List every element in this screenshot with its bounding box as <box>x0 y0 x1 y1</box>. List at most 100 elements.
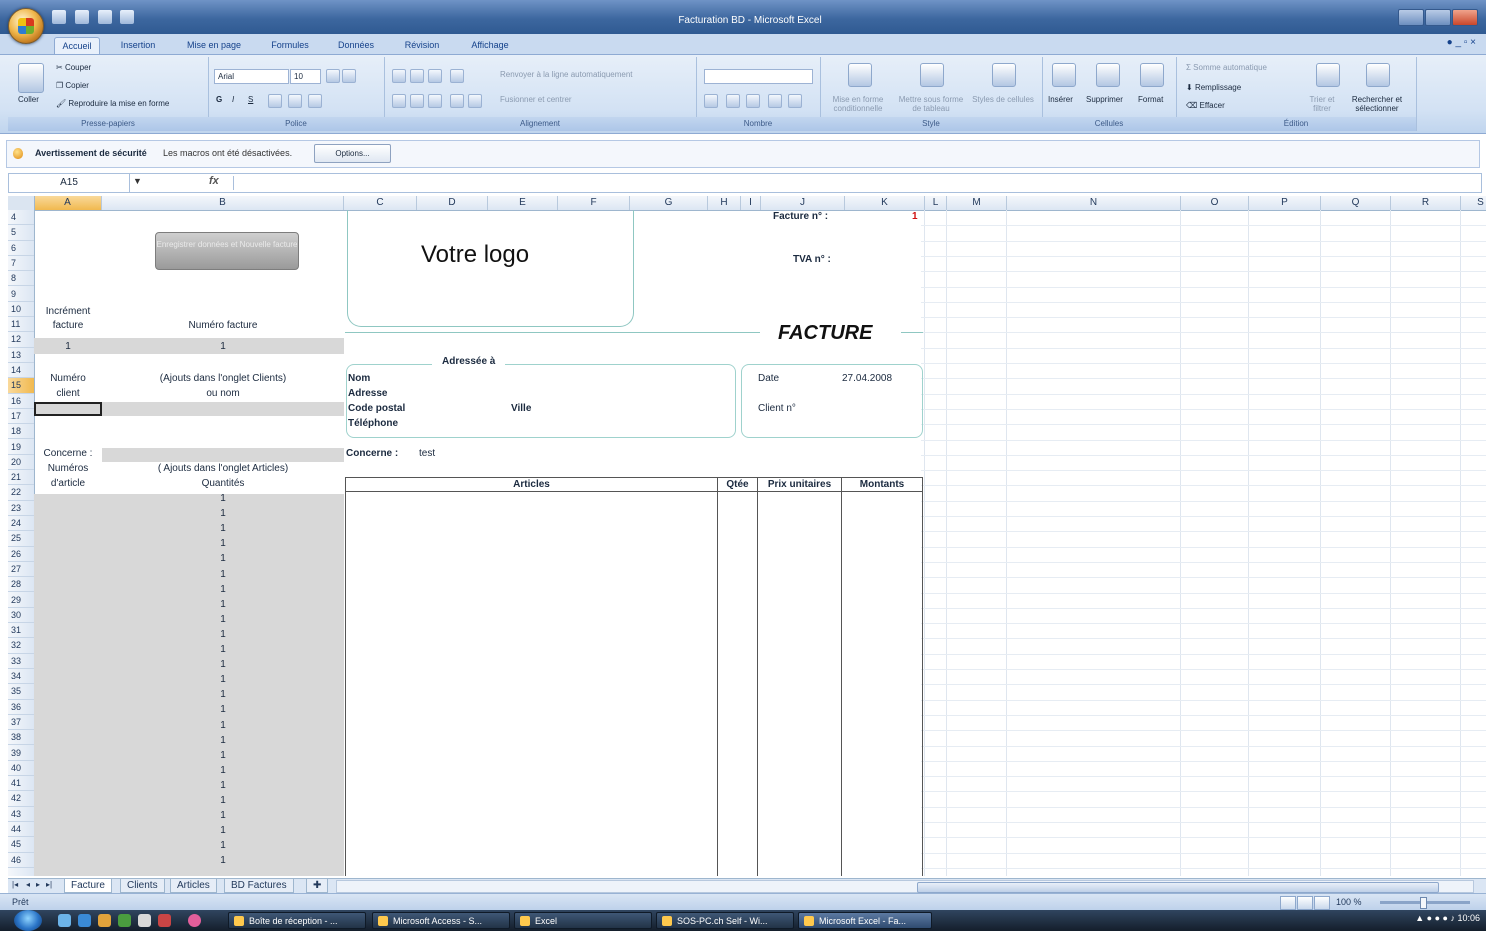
orientation-icon[interactable] <box>450 69 464 83</box>
find-select-icon[interactable] <box>1366 63 1390 87</box>
row-header-41[interactable]: 41 <box>8 776 34 792</box>
quantity-cell[interactable]: 1 <box>102 569 344 580</box>
insert-cells-button[interactable]: Insérer <box>1048 95 1073 104</box>
column-header-c[interactable]: C <box>344 196 417 210</box>
row-header-22[interactable]: 22 <box>8 485 34 501</box>
row-header-19[interactable]: 19 <box>8 440 34 455</box>
row-header-29[interactable]: 29 <box>8 593 34 608</box>
row-header-24[interactable]: 24 <box>8 516 34 532</box>
row-header-25[interactable]: 25 <box>8 531 34 547</box>
quantity-cell[interactable]: 1 <box>102 493 344 504</box>
row-header-10[interactable]: 10 <box>8 302 34 318</box>
paste-button[interactable]: Coller <box>18 95 39 104</box>
format-painter-button[interactable]: 🖌 Reproduire la mise en forme <box>56 99 169 108</box>
thousands-icon[interactable] <box>746 94 760 108</box>
show-desktop-icon[interactable] <box>58 914 71 927</box>
cell-styles-button[interactable]: Styles de cellules <box>972 95 1034 104</box>
column-header-p[interactable]: P <box>1249 196 1321 210</box>
column-header-k[interactable]: K <box>845 196 925 210</box>
cell-b15[interactable] <box>102 402 344 416</box>
app-icon[interactable] <box>118 914 131 927</box>
next-sheet-icon[interactable]: ▸ <box>36 880 40 889</box>
quantity-cell[interactable]: 1 <box>102 720 344 731</box>
tab-accueil[interactable]: Accueil <box>54 37 100 54</box>
align-top-icon[interactable] <box>392 69 406 83</box>
prev-sheet-icon[interactable]: ◂ <box>26 880 30 889</box>
column-header-o[interactable]: O <box>1181 196 1249 210</box>
app3-icon[interactable] <box>188 914 201 927</box>
column-header-i[interactable]: I <box>741 196 761 210</box>
quantity-cell[interactable]: 1 <box>102 614 344 625</box>
help-icon[interactable]: ● _ ▫ × <box>1447 37 1476 48</box>
row-header-6[interactable]: 6 <box>8 241 34 256</box>
start-button[interactable] <box>14 910 42 931</box>
tab-affichage[interactable]: Affichage <box>460 37 520 53</box>
row-header-12[interactable]: 12 <box>8 332 34 348</box>
select-all-corner[interactable] <box>8 196 35 210</box>
row-header-36[interactable]: 36 <box>8 700 34 715</box>
column-header-g[interactable]: G <box>630 196 708 210</box>
row-header-33[interactable]: 33 <box>8 654 34 669</box>
folder-icon[interactable] <box>98 914 111 927</box>
ie-icon[interactable] <box>78 914 91 927</box>
security-options-button[interactable]: Options... <box>314 144 391 163</box>
quantity-cell[interactable]: 1 <box>102 599 344 610</box>
taskbar-item-inbox[interactable]: Boîte de réception - ... <box>228 912 366 929</box>
column-header-j[interactable]: J <box>761 196 845 210</box>
app2-icon[interactable] <box>158 914 171 927</box>
tab-revision[interactable]: Révision <box>394 37 450 53</box>
quantity-cell[interactable]: 1 <box>102 674 344 685</box>
article-number-column[interactable] <box>34 494 102 876</box>
bold-icon[interactable]: G <box>216 95 222 104</box>
row-header-45[interactable]: 45 <box>8 837 34 853</box>
quantity-cell[interactable]: 1 <box>102 584 344 595</box>
align-bottom-icon[interactable] <box>428 69 442 83</box>
row-header-28[interactable]: 28 <box>8 577 34 593</box>
quantity-cell[interactable]: 1 <box>102 644 344 655</box>
row-header-5[interactable]: 5 <box>8 225 34 241</box>
row-header-7[interactable]: 7 <box>8 256 34 272</box>
column-header-m[interactable]: M <box>947 196 1007 210</box>
quantity-cell[interactable]: 1 <box>102 735 344 746</box>
quantity-cell[interactable]: 1 <box>102 553 344 564</box>
row-header-8[interactable]: 8 <box>8 271 34 287</box>
taskbar-item-access[interactable]: Microsoft Access - S... <box>372 912 510 929</box>
row-header-37[interactable]: 37 <box>8 715 34 731</box>
row-header-30[interactable]: 30 <box>8 608 34 624</box>
conditional-format-icon[interactable] <box>848 63 872 87</box>
customize-qat-icon[interactable] <box>120 10 135 24</box>
quantity-cell[interactable]: 1 <box>102 750 344 761</box>
paste-icon[interactable] <box>18 63 44 93</box>
shrink-font-icon[interactable] <box>342 69 356 83</box>
row-header-17[interactable]: 17 <box>8 409 34 425</box>
row-header-13[interactable]: 13 <box>8 348 34 363</box>
taskbar-item-excel-folder[interactable]: Excel <box>514 912 652 929</box>
formula-input[interactable] <box>239 176 1469 190</box>
row-header-14[interactable]: 14 <box>8 363 34 379</box>
horizontal-scrollbar[interactable] <box>336 880 1474 893</box>
row-header-43[interactable]: 43 <box>8 807 34 822</box>
percent-icon[interactable] <box>726 94 740 108</box>
fill-button[interactable]: ⬇ Remplissage <box>1186 83 1241 92</box>
decrease-indent-icon[interactable] <box>450 94 464 108</box>
quantity-cell[interactable]: 1 <box>102 629 344 640</box>
fill-color-icon[interactable] <box>288 94 302 108</box>
column-header-l[interactable]: L <box>925 196 947 210</box>
quantity-cell[interactable]: 1 <box>102 825 344 836</box>
quantity-cell[interactable]: 1 <box>102 795 344 806</box>
insert-cells-icon[interactable] <box>1052 63 1076 87</box>
quantity-cell[interactable]: 1 <box>102 538 344 549</box>
font-color-icon[interactable] <box>308 94 322 108</box>
underline-icon[interactable]: S <box>248 95 253 104</box>
row-header-34[interactable]: 34 <box>8 669 34 685</box>
column-header-d[interactable]: D <box>417 196 488 210</box>
increase-decimal-icon[interactable] <box>768 94 782 108</box>
first-sheet-icon[interactable]: |◂ <box>12 880 18 889</box>
row-header-26[interactable]: 26 <box>8 547 34 562</box>
quantity-cell[interactable]: 1 <box>102 780 344 791</box>
row-header-20[interactable]: 20 <box>8 455 34 471</box>
row-header-38[interactable]: 38 <box>8 730 34 746</box>
quantity-cell[interactable]: 1 <box>102 840 344 851</box>
tab-formules[interactable]: Formules <box>262 37 318 53</box>
tab-mise-en-page[interactable]: Mise en page <box>176 37 252 53</box>
